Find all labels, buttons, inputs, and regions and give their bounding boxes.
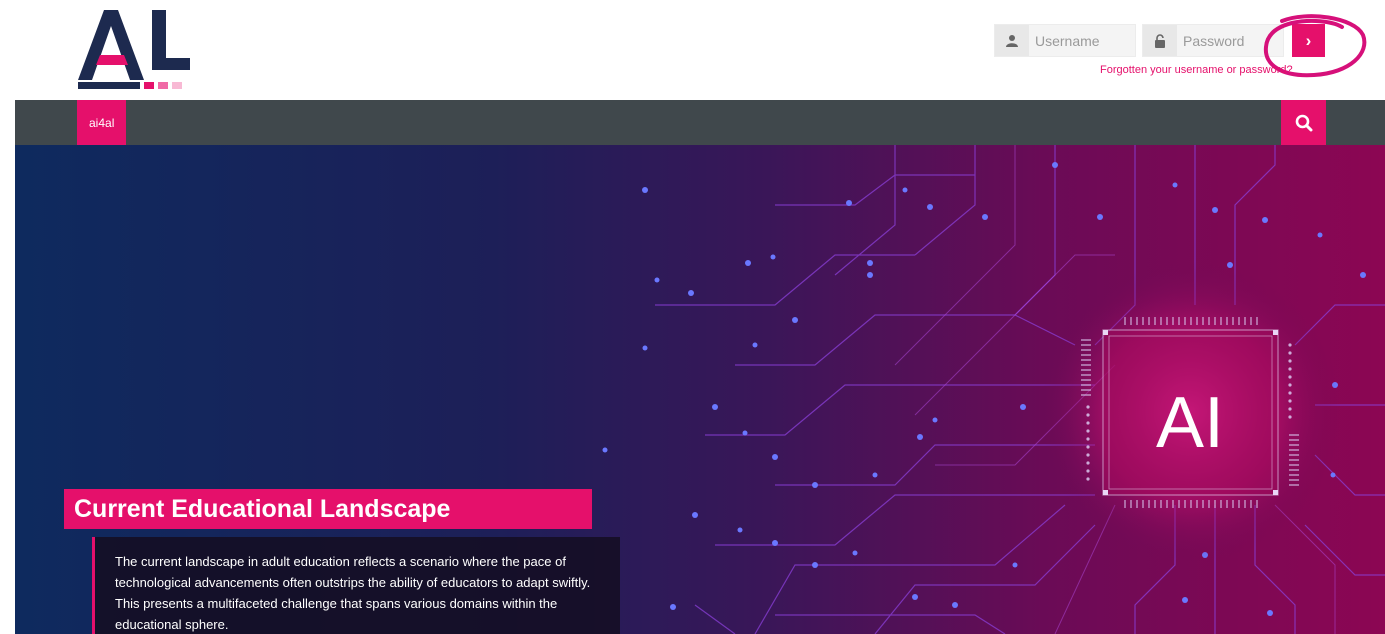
username-input[interactable] xyxy=(1029,25,1135,56)
login-form xyxy=(994,24,1290,57)
password-input[interactable] xyxy=(1177,25,1283,56)
search-icon xyxy=(1295,114,1312,131)
site-header: › Forgotten your username or password? xyxy=(0,0,1385,100)
site-logo[interactable] xyxy=(74,2,194,94)
username-field xyxy=(994,24,1136,57)
hero-title: Current Educational Landscape xyxy=(64,489,592,529)
nav-item-ai4al[interactable]: ai4al xyxy=(77,100,127,145)
hero-banner: AI Current Educational Landscape The cur… xyxy=(15,145,1385,634)
main-nav: ai4al xyxy=(15,100,1385,145)
hero-description: The current landscape in adult education… xyxy=(92,537,620,634)
login-button[interactable]: › xyxy=(1292,24,1325,57)
chip-ai-label: AI xyxy=(1156,383,1224,463)
search-button[interactable] xyxy=(1281,100,1326,145)
hero-body-text: The current landscape in adult education… xyxy=(115,554,591,632)
chevron-right-icon: › xyxy=(1305,30,1312,50)
user-icon xyxy=(995,25,1029,56)
forgot-password-link[interactable]: Forgotten your username or password? xyxy=(1100,64,1293,76)
password-field xyxy=(1142,24,1284,57)
unlock-icon xyxy=(1143,25,1177,56)
